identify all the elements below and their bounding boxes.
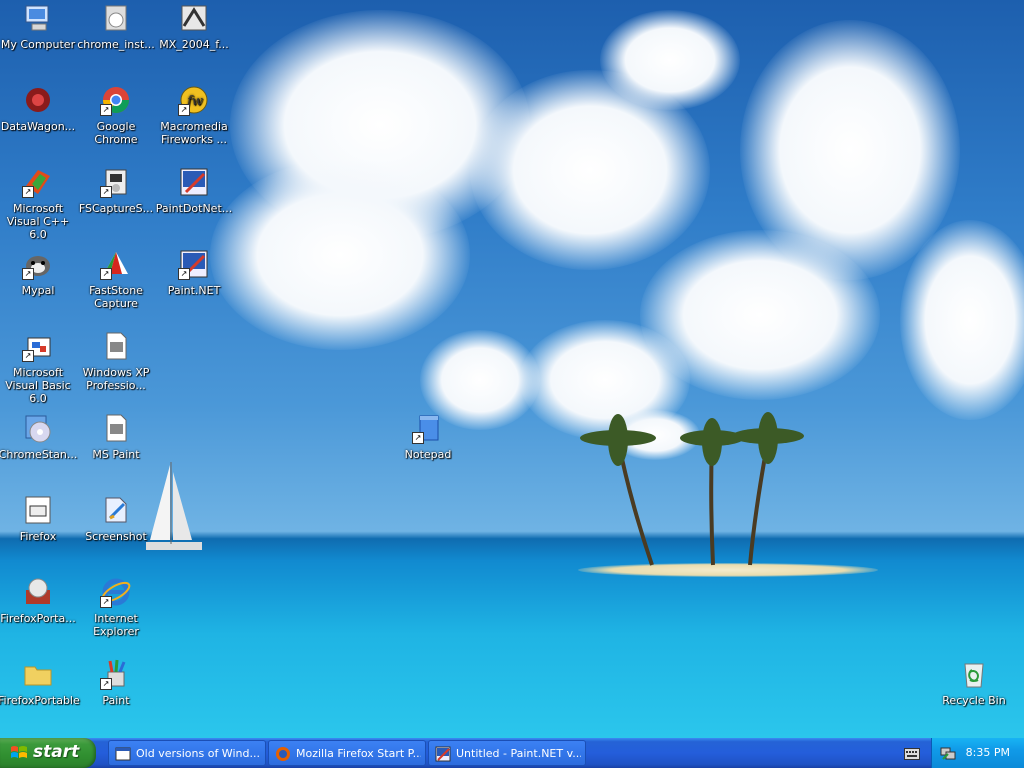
taskbar-button-old-versions[interactable]: Old versions of Wind... xyxy=(108,740,266,766)
cloud xyxy=(600,10,740,110)
desktop-icon-mypal[interactable]: ↗ Mypal xyxy=(0,248,78,297)
shortcut-arrow-icon: ↗ xyxy=(412,432,424,444)
shortcut-arrow-icon: ↗ xyxy=(178,268,190,280)
desktop-icon-chromestan[interactable]: ChromeStan... xyxy=(0,412,78,461)
datawagon-icon xyxy=(22,84,54,116)
paintdotnet-icon xyxy=(178,166,210,198)
shortcut-arrow-icon: ↗ xyxy=(22,268,34,280)
desktop-icon-paintdotnet-setup[interactable]: PaintDotNet... xyxy=(154,166,234,215)
desktop-icon-firefox[interactable]: Firefox xyxy=(0,494,78,543)
desktop-icon-firefox-portable-folder[interactable]: FirefoxPortable xyxy=(0,658,80,707)
desktop-icon-internet-explorer[interactable]: ↗ Internet Explorer xyxy=(76,576,156,638)
folder-icon xyxy=(22,658,54,690)
internet-explorer-icon: ↗ xyxy=(100,576,132,608)
desktop-icon-screenshot[interactable]: Screenshot xyxy=(76,494,156,543)
recycle-bin-icon xyxy=(958,658,990,690)
start-label: start xyxy=(33,742,80,762)
shortcut-arrow-icon: ↗ xyxy=(100,104,112,116)
shortcut-arrow-icon: ↗ xyxy=(100,186,112,198)
firefox-icon xyxy=(276,747,290,761)
desktop-icon-mx-2004[interactable]: MX_2004_f... xyxy=(154,2,234,51)
visual-cpp-icon: ↗ xyxy=(22,166,54,198)
shortcut-arrow-icon: ↗ xyxy=(178,104,190,116)
taskbar-button-paintdotnet[interactable]: Untitled - Paint.NET v... xyxy=(428,740,586,766)
wmv-file-icon xyxy=(100,330,132,362)
fireworks-icon: fw ↗ xyxy=(178,84,210,116)
taskbar-button-firefox[interactable]: Mozilla Firefox Start P... xyxy=(268,740,426,766)
wmv-file-icon xyxy=(100,412,132,444)
window-icon xyxy=(115,747,131,761)
desktop-icon-macromedia-fireworks[interactable]: fw ↗ Macromedia Fireworks ... xyxy=(154,84,234,146)
installer-icon xyxy=(100,2,132,34)
desktop-icon-google-chrome[interactable]: ↗ Google Chrome xyxy=(76,84,156,146)
network-tray-icon[interactable] xyxy=(940,745,956,761)
keyboard-icon[interactable] xyxy=(904,748,920,760)
start-button[interactable]: start xyxy=(0,738,96,768)
firefox-portable-icon xyxy=(22,576,54,608)
mypal-icon: ↗ xyxy=(22,248,54,280)
desktop-icon-firefox-portable-app[interactable]: FirefoxPorta... xyxy=(0,576,78,625)
desktop-icon-recycle-bin[interactable]: Recycle Bin xyxy=(934,658,1014,707)
paintdotnet-icon xyxy=(435,746,451,762)
desktop-icon-paint-net[interactable]: ↗ Paint.NET xyxy=(154,248,234,297)
cloud xyxy=(210,160,470,350)
paint-icon: ↗ xyxy=(100,658,132,690)
clock[interactable]: 8:35 PM xyxy=(966,746,1010,759)
cloud xyxy=(900,220,1024,420)
desktop-icon-windows-xp-pro[interactable]: Windows XP Professio... xyxy=(76,330,156,392)
window-icon xyxy=(22,494,54,526)
desktop-icon-datawagon[interactable]: DataWagon... xyxy=(0,84,78,133)
notepad-icon: ↗ xyxy=(412,412,444,444)
desktop: My Computer DataWagon... ↗ Microsoft Vis… xyxy=(0,0,1024,738)
desktop-icon-faststone-capture[interactable]: ↗ FastStone Capture xyxy=(76,248,156,310)
shortcut-arrow-icon: ↗ xyxy=(100,268,112,280)
my-computer-icon xyxy=(22,2,54,34)
shortcut-arrow-icon: ↗ xyxy=(100,678,112,690)
shortcut-arrow-icon: ↗ xyxy=(22,350,34,362)
shortcut-arrow-icon: ↗ xyxy=(100,596,112,608)
desktop-icon-fscapture-setup[interactable]: ↗ FSCaptureS... xyxy=(76,166,156,215)
shortcut-arrow-icon: ↗ xyxy=(22,186,34,198)
system-tray: 8:35 PM xyxy=(931,738,1024,768)
installer-icon: ↗ xyxy=(100,166,132,198)
installer-icon xyxy=(178,2,210,34)
taskbar: start Old versions of Wind... Mozilla Fi… xyxy=(0,738,1024,768)
windows-logo-icon xyxy=(11,746,27,758)
chrome-icon: ↗ xyxy=(100,84,132,116)
desktop-icon-ms-paint[interactable]: MS Paint xyxy=(76,412,156,461)
desktop-icon-paint[interactable]: ↗ Paint xyxy=(76,658,156,707)
palm-trees xyxy=(580,412,804,566)
desktop-icon-my-computer[interactable]: My Computer xyxy=(0,2,78,51)
faststone-icon: ↗ xyxy=(100,248,132,280)
desktop-icon-notepad[interactable]: ↗ Notepad xyxy=(388,412,468,461)
desktop-icon-visual-cpp[interactable]: ↗ Microsoft Visual C++ 6.0 xyxy=(0,166,78,241)
paintdotnet-icon: ↗ xyxy=(178,248,210,280)
desktop-icon-visual-basic[interactable]: ↗ Microsoft Visual Basic 6.0 xyxy=(0,330,78,405)
visual-basic-icon: ↗ xyxy=(22,330,54,362)
desktop-icon-chrome-installer[interactable]: chrome_inst... xyxy=(76,2,156,51)
screenshot-icon xyxy=(100,494,132,526)
setup-cd-icon xyxy=(22,412,54,444)
